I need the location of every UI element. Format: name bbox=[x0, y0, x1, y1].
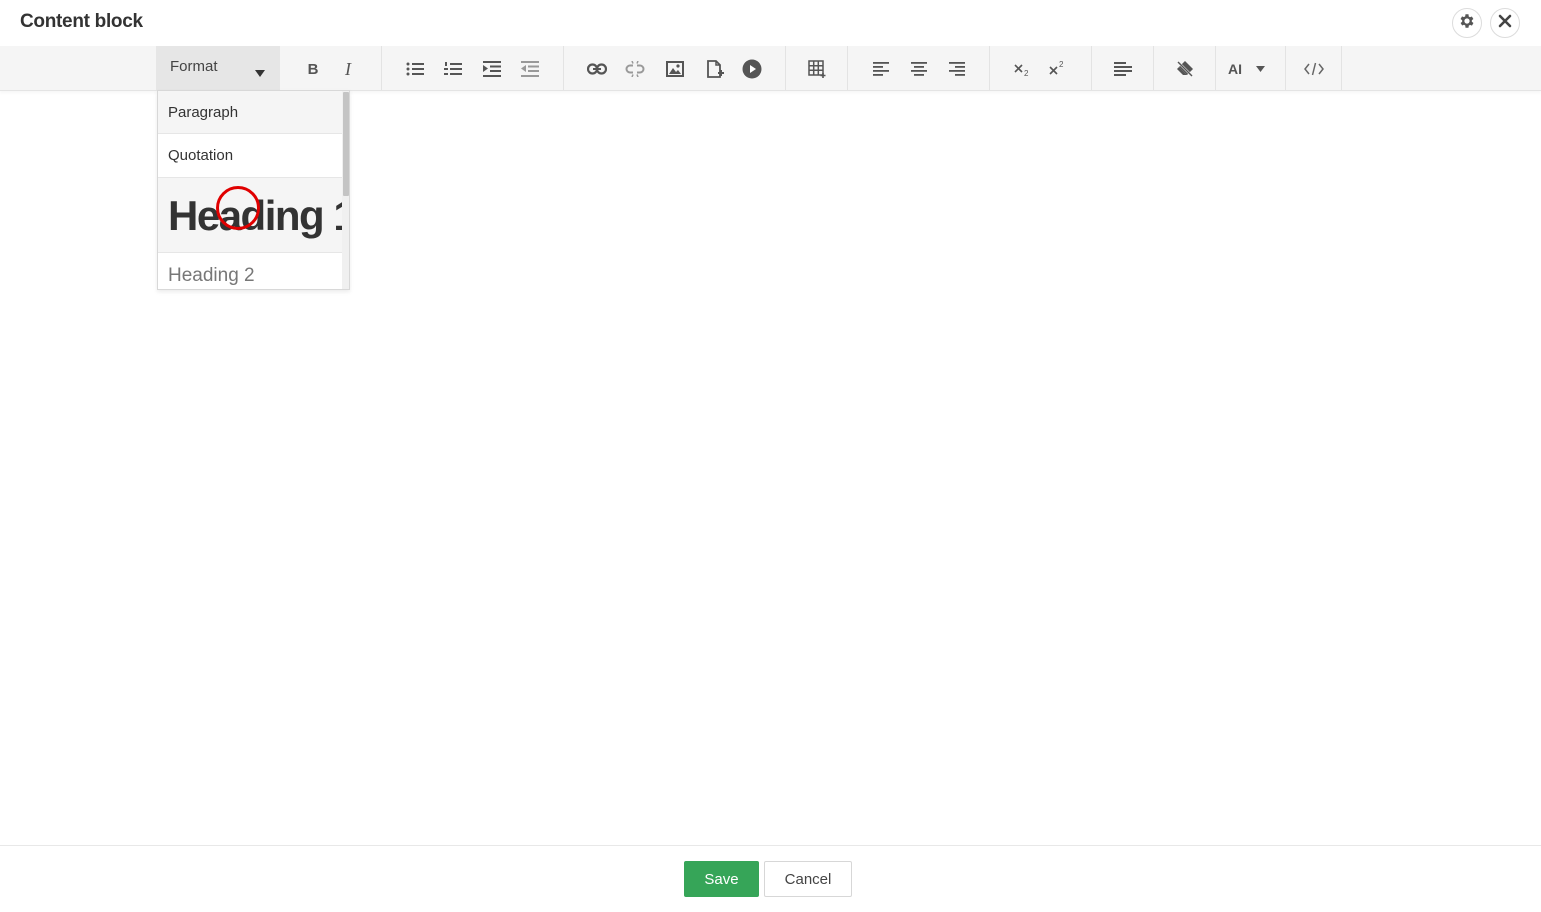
ai-dropdown[interactable]: AI bbox=[1224, 56, 1274, 82]
subscript-icon: 2 bbox=[1014, 61, 1032, 77]
link-icon bbox=[587, 63, 607, 75]
toolbar-group-align bbox=[848, 46, 990, 90]
cancel-button[interactable]: Cancel bbox=[764, 861, 852, 897]
toolbar-group-insert bbox=[564, 46, 786, 90]
align-left-icon bbox=[873, 62, 889, 76]
align-right-icon bbox=[949, 62, 965, 76]
format-label: Format bbox=[170, 58, 218, 75]
svg-text:2: 2 bbox=[1024, 69, 1029, 77]
paragraph-align-button[interactable] bbox=[1110, 56, 1136, 82]
bold-label: B bbox=[307, 60, 319, 78]
paragraph-align-icon bbox=[1114, 62, 1132, 76]
ai-label: AI bbox=[1228, 61, 1242, 77]
image-icon bbox=[666, 61, 684, 77]
svg-text:2: 2 bbox=[1059, 61, 1064, 69]
video-play-icon bbox=[742, 59, 762, 79]
toolbar-group-script: 2 2 bbox=[990, 46, 1092, 90]
format-dropdown[interactable]: Format bbox=[156, 46, 280, 90]
align-center-icon bbox=[911, 62, 927, 76]
clear-format-button[interactable] bbox=[1172, 56, 1198, 82]
superscript-button[interactable]: 2 bbox=[1045, 56, 1071, 82]
toolbar-group-paragraph bbox=[1092, 46, 1154, 90]
indent-button[interactable] bbox=[479, 56, 505, 82]
outdent-button[interactable] bbox=[517, 56, 543, 82]
file-button[interactable] bbox=[702, 56, 728, 82]
chevron-down-icon bbox=[1256, 66, 1265, 72]
toolbar-group-ai: AI bbox=[1216, 46, 1286, 90]
image-button[interactable] bbox=[662, 56, 688, 82]
clear-format-icon bbox=[1176, 60, 1194, 78]
chevron-down-icon bbox=[255, 64, 265, 82]
toolbar-group-source bbox=[1286, 46, 1342, 90]
footer-divider bbox=[0, 845, 1541, 846]
editor-toolbar: Format B I 2 2 AI bbox=[0, 46, 1541, 91]
align-left-button[interactable] bbox=[868, 56, 894, 82]
indent-icon bbox=[483, 61, 501, 77]
source-code-icon bbox=[1304, 62, 1324, 76]
toolbar-group-clear bbox=[1154, 46, 1216, 90]
file-add-icon bbox=[706, 60, 724, 78]
align-center-button[interactable] bbox=[906, 56, 932, 82]
numbered-list-button[interactable] bbox=[440, 56, 466, 82]
italic-button[interactable]: I bbox=[335, 56, 361, 82]
table-icon bbox=[808, 60, 826, 78]
settings-button[interactable] bbox=[1452, 8, 1482, 38]
align-right-button[interactable] bbox=[944, 56, 970, 82]
link-button[interactable] bbox=[584, 56, 610, 82]
dialog-header: Content block bbox=[0, 0, 1541, 46]
unlink-button[interactable] bbox=[622, 56, 648, 82]
dialog-title: Content block bbox=[20, 11, 143, 32]
superscript-icon: 2 bbox=[1049, 61, 1067, 77]
italic-label: I bbox=[345, 58, 351, 79]
numbered-list-icon bbox=[444, 61, 462, 77]
bold-button[interactable]: B bbox=[300, 56, 326, 82]
gear-icon bbox=[1458, 12, 1476, 35]
editor-content-area[interactable] bbox=[0, 91, 1541, 845]
video-button[interactable] bbox=[739, 56, 765, 82]
close-icon bbox=[1498, 14, 1512, 33]
toolbar-group-text: B I bbox=[280, 46, 382, 90]
toolbar-group-lists bbox=[382, 46, 564, 90]
close-button[interactable] bbox=[1490, 8, 1520, 38]
source-code-button[interactable] bbox=[1301, 56, 1327, 82]
toolbar-group-table bbox=[786, 46, 848, 90]
outdent-icon bbox=[521, 61, 539, 77]
subscript-button[interactable]: 2 bbox=[1010, 56, 1036, 82]
save-button[interactable]: Save bbox=[684, 861, 759, 897]
bulleted-list-button[interactable] bbox=[402, 56, 428, 82]
bulleted-list-icon bbox=[406, 61, 424, 77]
table-button[interactable] bbox=[804, 56, 830, 82]
unlink-icon bbox=[625, 61, 645, 77]
